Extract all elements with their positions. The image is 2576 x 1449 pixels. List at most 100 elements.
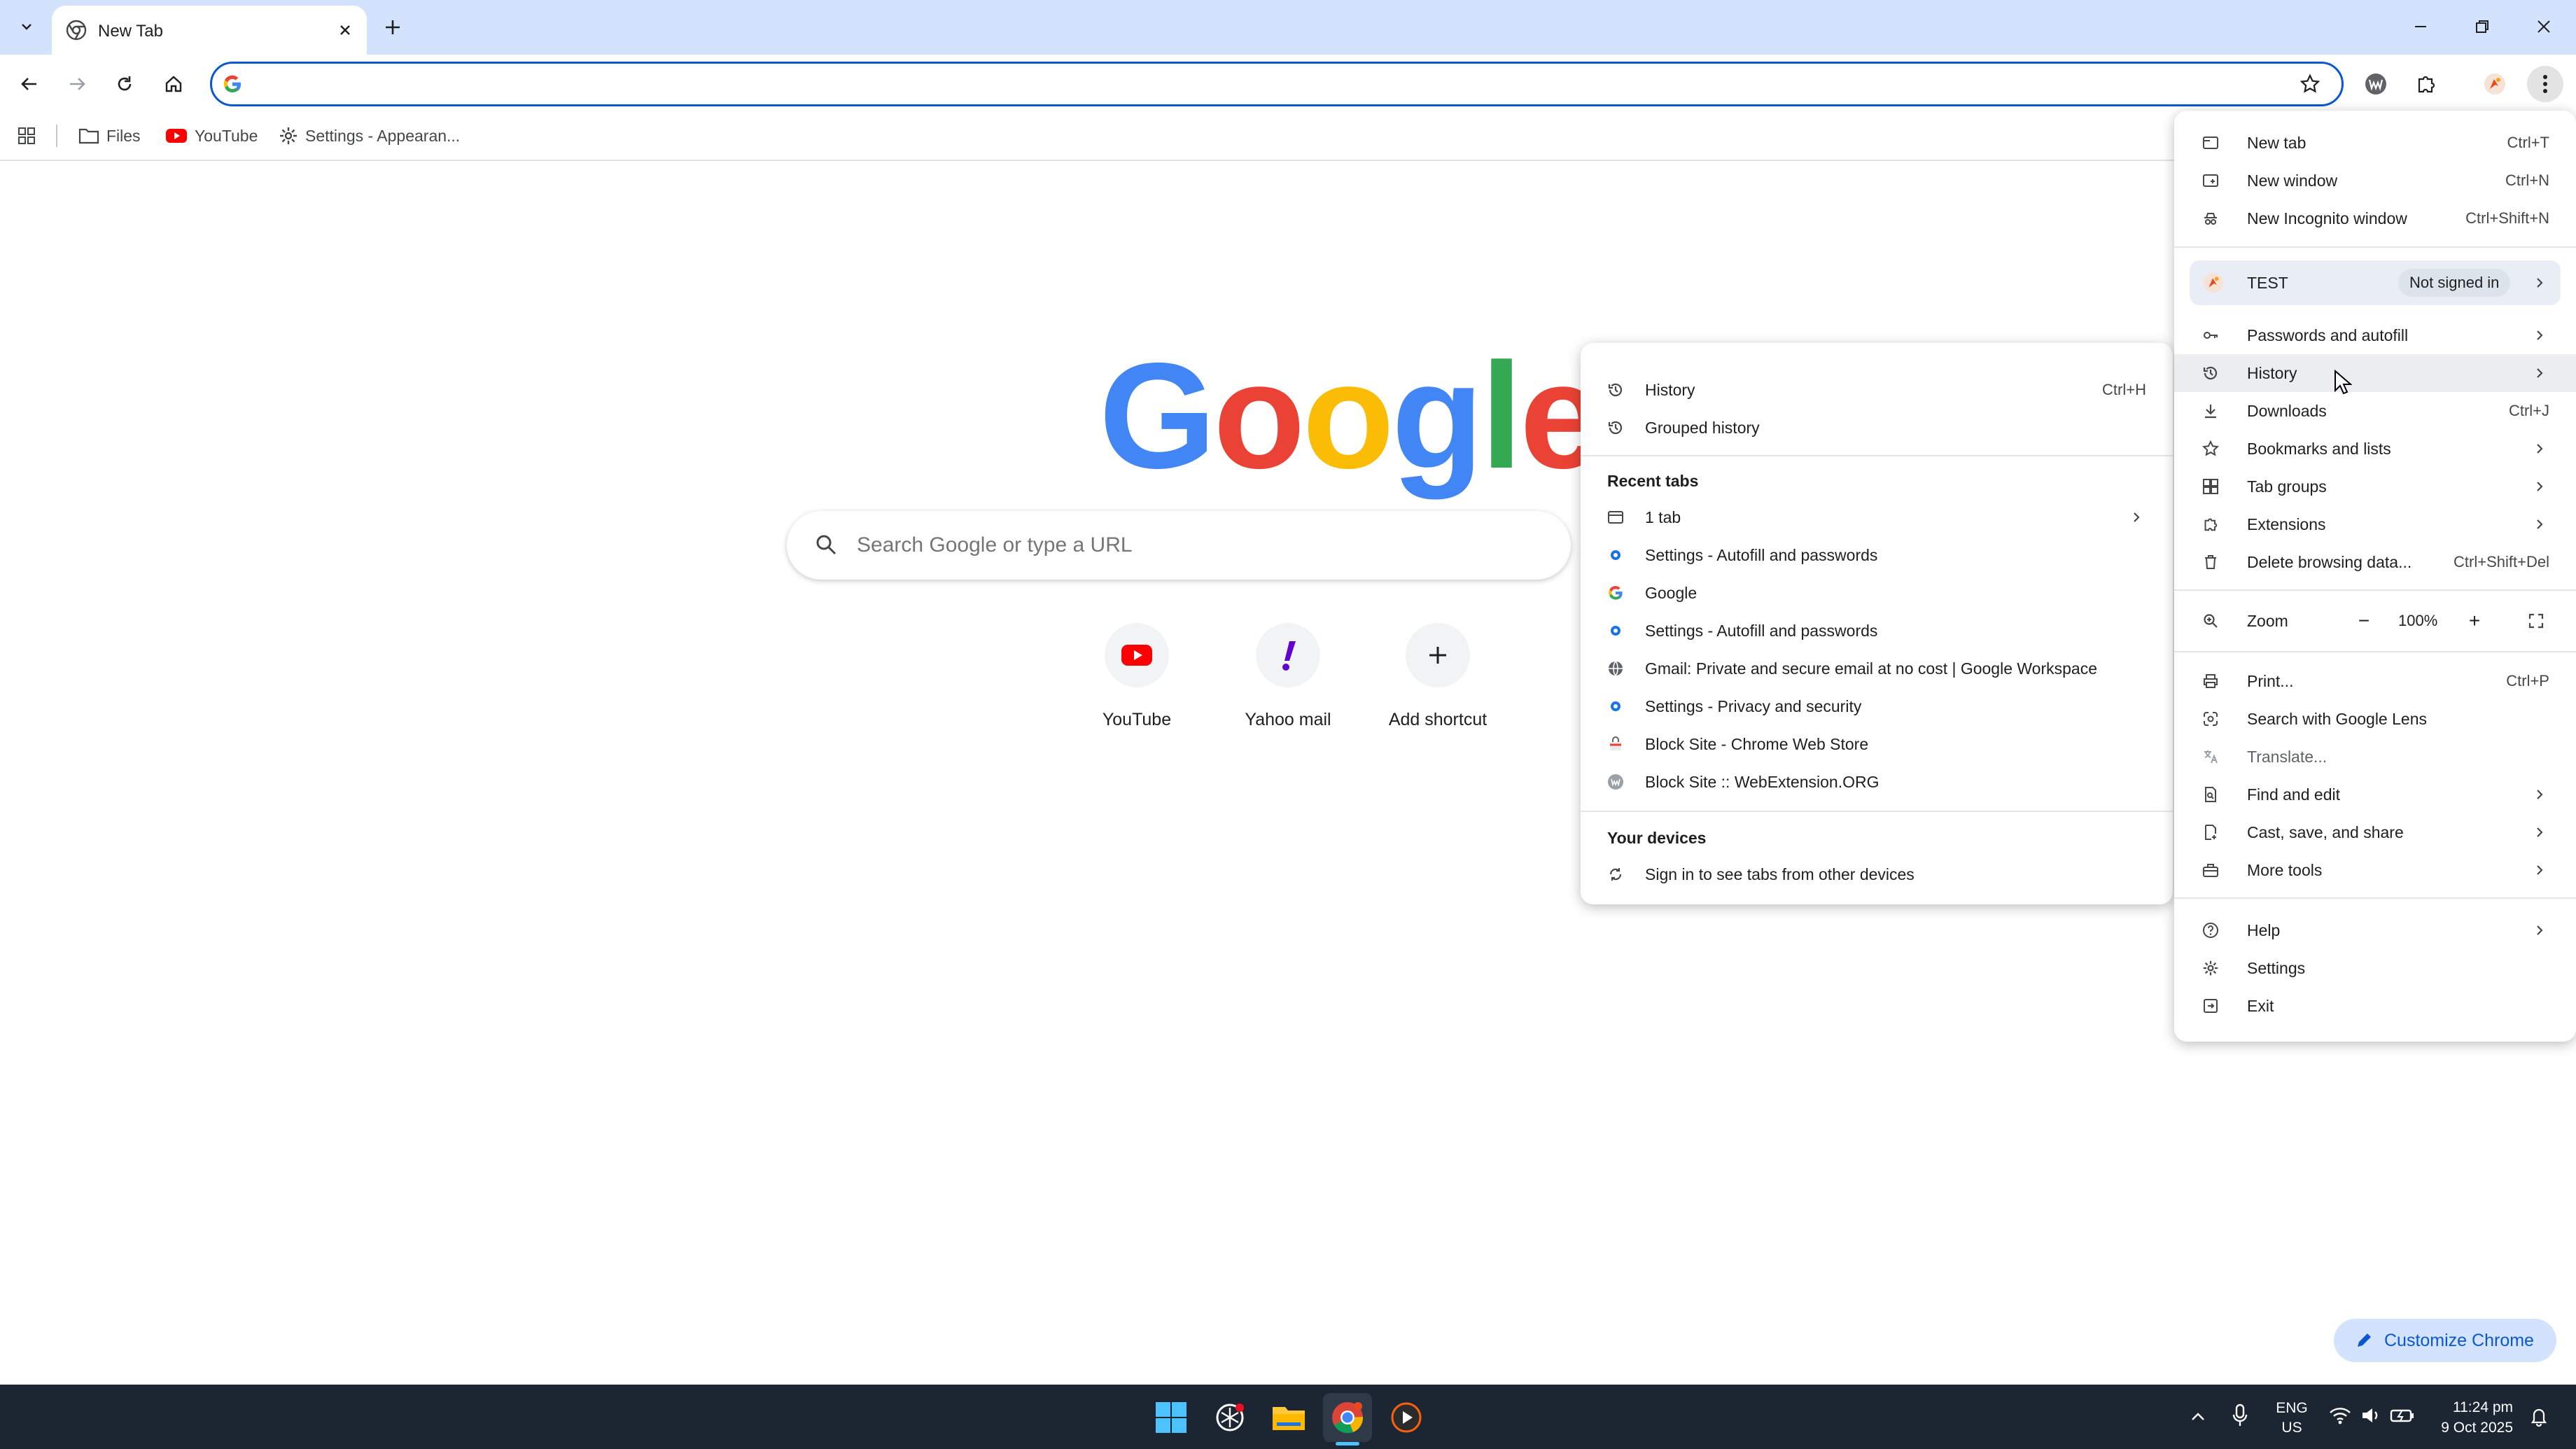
menu-delete-browsing-data[interactable]: Delete browsing data... Ctrl+Shift+Del	[2174, 543, 2576, 581]
minimize-button[interactable]	[2393, 7, 2449, 46]
extension-w-button[interactable]	[2358, 66, 2394, 102]
find-doc-icon	[2205, 787, 2216, 802]
restore-button[interactable]	[2454, 7, 2510, 46]
menu-profile-row[interactable]: TEST Not signed in	[2190, 260, 2561, 305]
close-window-button[interactable]	[2516, 7, 2572, 46]
menu-separator	[2174, 897, 2576, 899]
menu-google-lens[interactable]: Search with Google Lens	[2174, 700, 2576, 738]
menu-find-edit[interactable]: Find and edit	[2174, 776, 2576, 813]
menu-translate[interactable]: Translate...	[2174, 738, 2576, 776]
start-button[interactable]	[1147, 1393, 1196, 1442]
bookmark-label: YouTube	[195, 126, 258, 145]
chevron-right-icon	[2537, 865, 2543, 875]
taskbar-app-chrome[interactable]	[1323, 1393, 1372, 1442]
recent-tab-item[interactable]: Block Site :: WebExtension.ORG	[1581, 763, 2173, 801]
customize-chrome-button[interactable]: Customize Chrome	[2334, 1319, 2556, 1362]
taskbar-app-chatgpt[interactable]	[1205, 1393, 1254, 1442]
zoom-level: 100%	[2398, 612, 2438, 629]
home-icon	[165, 76, 182, 92]
recent-tab-item[interactable]: 1 tab	[1581, 498, 2173, 536]
apps-button[interactable]	[13, 120, 41, 151]
extensions-button[interactable]	[2408, 66, 2444, 102]
menu-extensions[interactable]: Extensions	[2174, 505, 2576, 543]
chevron-right-icon	[2134, 512, 2140, 522]
menu-tab-groups[interactable]: Tab groups	[2174, 468, 2576, 505]
bookmark-label: Settings - Appearan...	[305, 126, 461, 145]
menu-new-incognito[interactable]: New Incognito window Ctrl+Shift+N	[2174, 200, 2576, 237]
notification-bell-icon[interactable]	[2528, 1406, 2549, 1427]
arrow-right-icon	[70, 78, 85, 90]
recent-tab-item[interactable]: Gmail: Private and secure email at no co…	[1581, 650, 2173, 687]
bookmark-files[interactable]: Files	[78, 120, 141, 151]
close-icon[interactable]	[333, 18, 357, 42]
fullscreen-button[interactable]	[2521, 606, 2551, 636]
recent-tab-item[interactable]: Settings - Autofill and passwords	[1581, 612, 2173, 650]
home-button[interactable]	[155, 66, 192, 102]
menu-new-window[interactable]: New window Ctrl+N	[2174, 162, 2576, 200]
gear-icon	[2203, 960, 2218, 976]
address-bar[interactable]	[210, 62, 2344, 106]
plus-icon	[1406, 623, 1470, 687]
add-shortcut-button[interactable]: Add shortcut	[1368, 623, 1508, 742]
ntp-search-input[interactable]	[855, 528, 1527, 563]
shortcut-youtube[interactable]: YouTube	[1067, 623, 1207, 742]
zoom-in-button[interactable]: +	[2460, 606, 2489, 636]
recent-tab-item[interactable]: Google	[1581, 574, 2173, 612]
menu-help[interactable]: Help	[2174, 911, 2576, 949]
profile-button[interactable]	[2477, 66, 2513, 102]
chevron-right-icon	[2537, 368, 2543, 378]
bookmark-settings[interactable]: Settings - Appearan...	[279, 120, 460, 151]
devices-sign-in-item[interactable]: Sign in to see tabs from other devices	[1581, 855, 2173, 893]
recent-tab-item[interactable]: Settings - Autofill and passwords	[1581, 536, 2173, 574]
openai-icon	[1216, 1404, 1244, 1432]
clock[interactable]: 11:24 pm 9 Oct 2025	[2429, 1397, 2513, 1438]
history-icon	[2203, 366, 2218, 380]
ntp-search-box[interactable]	[787, 511, 1571, 580]
lens-icon	[2204, 712, 2218, 726]
volume-icon[interactable]	[2360, 1406, 2381, 1425]
chevron-up-icon[interactable]	[2188, 1407, 2208, 1427]
microphone-icon[interactable]	[2230, 1403, 2250, 1428]
taskbar-app-file-explorer[interactable]	[1264, 1393, 1313, 1442]
menu-new-tab[interactable]: New tab Ctrl+T	[2174, 124, 2576, 162]
battery-icon[interactable]	[2390, 1406, 2415, 1425]
recent-tabs-header: Recent tabs	[1607, 471, 1699, 490]
history-menu-grouped[interactable]: Grouped history	[1581, 409, 2173, 447]
zoom-out-button[interactable]: −	[2349, 606, 2379, 636]
history-menu-history[interactable]: History Ctrl+H	[1581, 371, 2173, 409]
bookmark-youtube[interactable]: YouTube	[165, 120, 258, 151]
reload-button[interactable]	[106, 66, 143, 102]
shortcut-label: Add shortcut	[1388, 710, 1488, 729]
language-indicator[interactable]: ENG US	[2272, 1399, 2311, 1438]
menu-exit[interactable]: Exit	[2174, 987, 2576, 1025]
recent-tab-item[interactable]: Block Site - Chrome Web Store	[1581, 725, 2173, 763]
chrome-icon	[1332, 1402, 1364, 1434]
address-input[interactable]	[254, 68, 2256, 100]
more-vertical-icon	[2543, 75, 2547, 93]
minimize-icon	[2415, 26, 2426, 27]
taskbar-app-media-player[interactable]	[1382, 1393, 1431, 1442]
menu-separator	[1581, 811, 2173, 812]
tab-search-button[interactable]	[10, 10, 43, 43]
back-button[interactable]	[11, 66, 48, 102]
menu-settings[interactable]: Settings	[2174, 949, 2576, 987]
wifi-icon[interactable]	[2328, 1406, 2352, 1425]
menu-passwords-autofill[interactable]: Passwords and autofill	[2174, 316, 2576, 354]
forward-button[interactable]	[59, 66, 95, 102]
menu-print[interactable]: Print... Ctrl+P	[2174, 662, 2576, 700]
youtube-icon	[1105, 623, 1169, 687]
bookmark-star-button[interactable]	[2292, 66, 2328, 102]
menu-history[interactable]: History	[2174, 354, 2576, 392]
chrome-menu-button[interactable]	[2527, 66, 2563, 102]
recent-tab-item[interactable]: Settings - Privacy and security	[1581, 687, 2173, 725]
menu-cast-save-share[interactable]: Cast, save, and share	[2174, 813, 2576, 851]
tab-new-tab[interactable]: New Tab	[52, 6, 367, 55]
menu-bookmarks-lists[interactable]: Bookmarks and lists	[2174, 430, 2576, 468]
shortcut-yahoo-mail[interactable]: Yahoo mail	[1218, 623, 1358, 742]
menu-more-tools[interactable]: More tools	[2174, 851, 2576, 889]
new-window-icon	[2203, 174, 2218, 187]
new-tab-button[interactable]	[377, 11, 409, 43]
menu-downloads[interactable]: Downloads Ctrl+J	[2174, 392, 2576, 430]
shortcut-label: YouTube	[1102, 710, 1172, 729]
menu-separator	[2174, 246, 2576, 248]
